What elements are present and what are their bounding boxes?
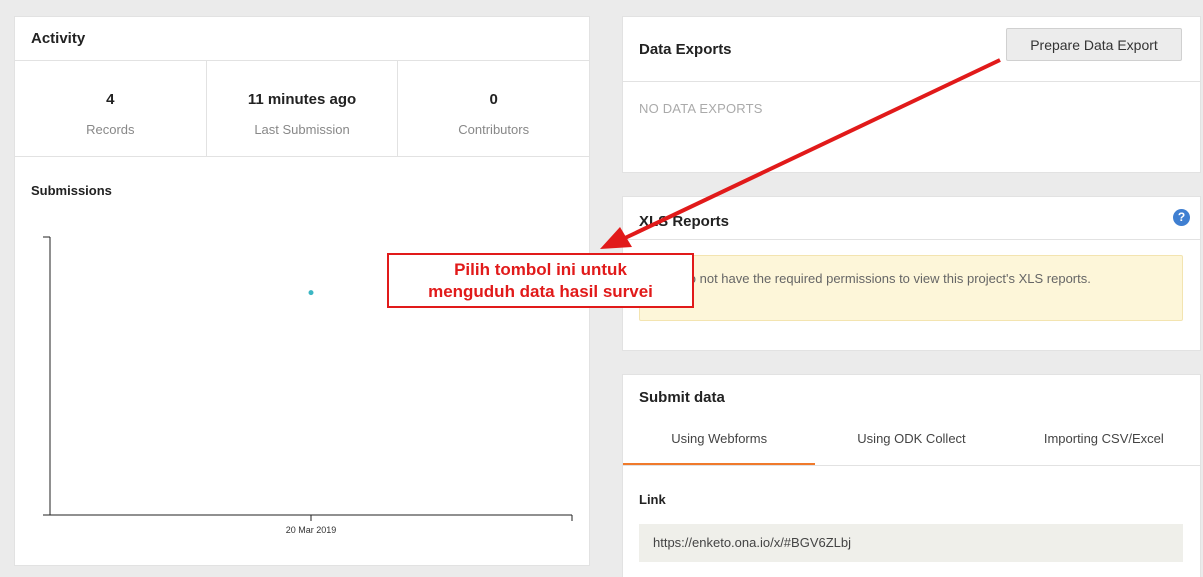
- no-data-exports-text: NO DATA EXPORTS: [639, 101, 763, 116]
- divider: [623, 239, 1200, 240]
- submit-data-title: Submit data: [639, 389, 725, 406]
- submit-tabs: Using Webforms Using ODK Collect Importi…: [623, 425, 1200, 466]
- webform-link-field[interactable]: https://enketo.ona.io/x/#BGV6ZLbj: [639, 524, 1183, 562]
- tab-importing-csv-excel[interactable]: Importing CSV/Excel: [1008, 425, 1200, 465]
- annotation-callout: Pilih tombol ini untuk menguduh data has…: [387, 253, 694, 308]
- tab-using-odk-collect[interactable]: Using ODK Collect: [815, 425, 1007, 465]
- data-exports-panel: Data Exports Prepare Data Export NO DATA…: [622, 16, 1201, 173]
- question-circle-icon[interactable]: ?: [1173, 209, 1190, 226]
- xls-reports-title: XLS Reports: [639, 213, 730, 230]
- link-label: Link: [639, 492, 666, 507]
- prepare-data-export-button[interactable]: Prepare Data Export: [1006, 28, 1182, 61]
- data-point: [308, 290, 314, 296]
- submit-data-panel: Submit data Using Webforms Using ODK Col…: [622, 374, 1201, 577]
- x-tick-label: 20 Mar 2019: [286, 525, 337, 535]
- tab-using-webforms[interactable]: Using Webforms: [623, 425, 816, 465]
- annotation-line-1: Pilih tombol ini untuk: [454, 260, 627, 279]
- divider: [623, 81, 1200, 82]
- data-exports-title: Data Exports: [639, 41, 732, 58]
- annotation-line-2: menguduh data hasil survei: [428, 282, 653, 301]
- permission-warning: You do not have the required permissions…: [639, 255, 1183, 321]
- xls-reports-panel: XLS Reports ? You do not have the requir…: [622, 196, 1201, 351]
